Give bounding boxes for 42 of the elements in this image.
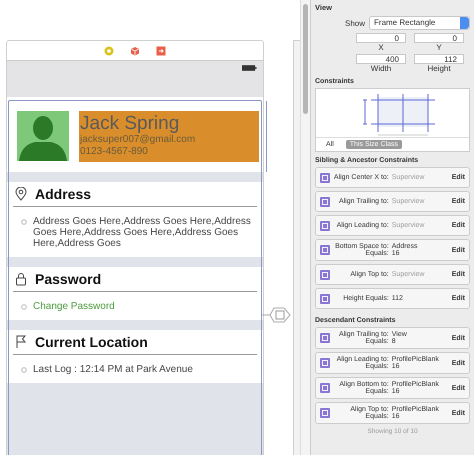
constraint-icon: [320, 383, 330, 393]
circle-icon[interactable]: [104, 46, 114, 56]
section-title: Address: [35, 186, 92, 202]
cube-icon[interactable]: [130, 46, 140, 56]
constraint-icon: [320, 358, 330, 368]
section-title: Current Location: [35, 334, 148, 350]
number-field[interactable]: 0: [414, 33, 464, 43]
avatar-silhouette-icon: [17, 111, 69, 161]
bullet-icon: [21, 304, 27, 310]
flag-icon: [15, 335, 27, 349]
field-label: X: [378, 43, 384, 52]
constraint-icon: [320, 196, 330, 206]
constraint-icon: [320, 172, 330, 182]
profile-phone: 0123-4567-890: [80, 147, 149, 157]
lock-icon: [15, 272, 27, 286]
constraint-icon: [320, 270, 330, 280]
section-text: Address Goes Here,Address Goes Here,Address Goes Here,Address Goes Here,Address Goes Here,Address Goes: [33, 216, 252, 249]
constraint-icon: [320, 294, 330, 304]
change-password-link[interactable]: Change Password: [33, 301, 115, 312]
profile-email: jacksuper007@gmail.com: [80, 135, 196, 145]
field-label: Height: [427, 64, 451, 73]
section-title: Password: [35, 271, 102, 287]
bullet-icon: [21, 219, 27, 225]
battery-icon: [242, 65, 257, 71]
show-label: Show: [345, 18, 366, 28]
section-text: Last Log : 12:14 PM at Park Avenue: [33, 364, 193, 375]
segue-icon[interactable]: [262, 305, 292, 325]
bullet-icon: [21, 367, 27, 373]
constraint-icon: [320, 245, 330, 255]
constraint-icon: [320, 220, 330, 230]
profile-name: Jack Spring: [80, 114, 180, 133]
number-field[interactable]: 112: [414, 54, 464, 64]
show-dropdown[interactable]: Frame Rectangle: [369, 16, 470, 30]
exit-icon[interactable]: [156, 46, 166, 56]
constraint-icon: [320, 408, 330, 418]
field-label: Y: [436, 43, 442, 52]
field-label: Width: [370, 64, 392, 73]
constraint-icon: [320, 333, 330, 343]
number-field[interactable]: 400: [356, 54, 406, 64]
scrollbar[interactable]: [300, 0, 310, 455]
location-pin-icon: [15, 187, 27, 201]
number-field[interactable]: 0: [356, 33, 406, 43]
